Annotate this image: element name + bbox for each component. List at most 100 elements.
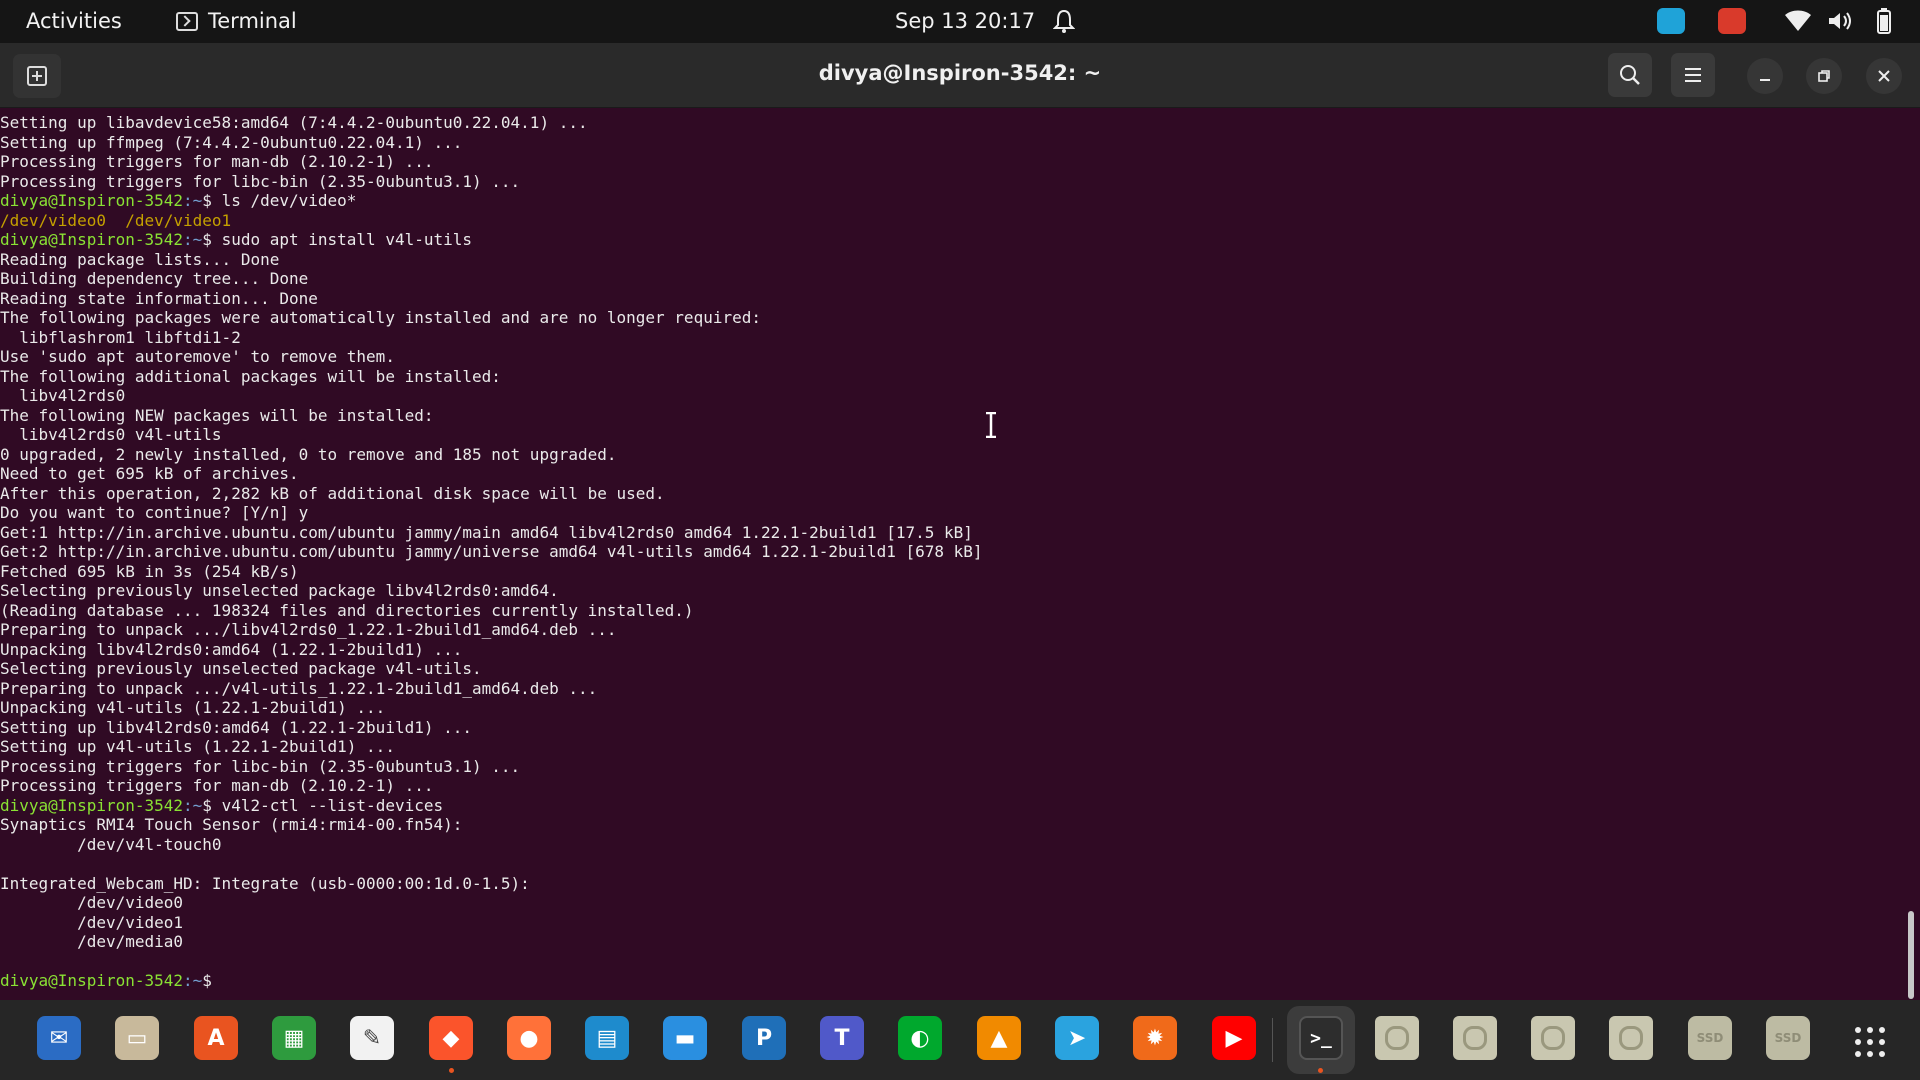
teams-icon[interactable]: T	[820, 1016, 864, 1060]
telegram-icon[interactable]: ➤	[1055, 1016, 1099, 1060]
output-line: libflashrom1 libftdi1-2	[0, 327, 241, 347]
text-cursor-icon	[986, 412, 996, 438]
top-bar: Activities Terminal Sep 13 20:17	[0, 0, 1920, 43]
disk-icon[interactable]	[1375, 1016, 1419, 1060]
prompt-path: :~	[183, 795, 203, 815]
app-menu[interactable]: Terminal	[176, 9, 297, 33]
output-line: Processing triggers for libc-bin (2.35-0…	[0, 756, 521, 776]
firefox-icon[interactable]: ●	[507, 1016, 551, 1060]
writer-icon[interactable]: ▤	[585, 1016, 629, 1060]
prompt-user-host: divya@Inspiron-3542	[0, 795, 184, 815]
output-line: Processing triggers for libc-bin (2.35-0…	[0, 171, 521, 191]
teamviewer-tray-icon[interactable]	[1657, 8, 1685, 34]
output-line: Fetched 695 kB in 3s (254 kB/s)	[0, 561, 299, 581]
prompt-line: divya@Inspiron-3542:~$	[0, 971, 1900, 991]
anydesk-tray-icon[interactable]	[1718, 8, 1746, 34]
output-line: After this operation, 2,282 kB of additi…	[0, 483, 665, 503]
output-line: /dev/media0	[0, 932, 184, 951]
prompt-path: :~	[183, 230, 203, 249]
output-line: /dev/video1	[0, 912, 184, 932]
close-button[interactable]	[1866, 58, 1902, 94]
terminal-app-icon	[176, 11, 198, 31]
restore-icon	[1818, 70, 1830, 82]
output-line: The following NEW packages will be insta…	[0, 405, 434, 425]
disk-icon[interactable]	[1453, 1016, 1497, 1060]
prompt-path: :~	[183, 971, 203, 990]
command-text: sudo apt install v4l-utils	[221, 230, 473, 249]
output-line: The following packages were automaticall…	[0, 308, 761, 327]
maximize-button[interactable]	[1806, 58, 1842, 94]
bell-icon[interactable]	[1053, 8, 1075, 34]
thunderbird-icon[interactable]: ✉	[37, 1016, 81, 1060]
output-line: /dev/video0 /dev/video1	[0, 210, 232, 230]
minimize-button[interactable]	[1747, 58, 1783, 94]
running-indicator	[449, 1068, 454, 1073]
output-line: Processing triggers for man-db (2.10.2-1…	[0, 776, 434, 795]
output-line: Setting up v4l-utils (1.22.1-2build1) ..…	[0, 737, 395, 756]
output-line: Selecting previously unselected package …	[0, 581, 559, 600]
terminal-window: divya@Inspiron-3542: ~ Setting up libavd…	[0, 43, 1920, 1000]
xnview-icon[interactable]: ✹	[1133, 1016, 1177, 1060]
notes-icon[interactable]: ▬	[663, 1016, 707, 1060]
output-line: Do you want to continue? [Y/n] y	[0, 503, 309, 522]
pycharm-icon[interactable]: P	[742, 1016, 786, 1060]
output-line: Reading package lists... Done	[0, 249, 280, 269]
brave-icon[interactable]: ◆	[429, 1016, 473, 1060]
youtube-icon[interactable]: ▶	[1212, 1016, 1256, 1060]
show-apps-icon[interactable]	[1855, 1027, 1885, 1057]
output-line: Processing triggers for man-db (2.10.2-1…	[0, 152, 434, 171]
hamburger-icon	[1685, 68, 1701, 82]
output-line: Get:2 http://in.archive.ubuntu.com/ubunt…	[0, 542, 983, 561]
terminal-output[interactable]: Setting up libavdevice58:amd64 (7:4.4.2-…	[0, 113, 1900, 993]
prompt-line: divya@Inspiron-3542:~$ ls /dev/video*	[0, 191, 1900, 211]
output-line: Preparing to unpack .../libv4l2rds0_1.22…	[0, 620, 617, 639]
prompt-dollar: $	[202, 230, 222, 249]
output-line: Unpacking libv4l2rds0:amd64 (1.22.1-2bui…	[0, 639, 463, 659]
output-line: Use 'sudo apt autoremove' to remove them…	[0, 347, 395, 366]
command-text: v4l2-ctl --list-devices	[221, 795, 444, 815]
battery-icon[interactable]	[1872, 7, 1894, 35]
calc-icon[interactable]: ▦	[272, 1016, 316, 1060]
output-line: Reading state information... Done	[0, 288, 318, 308]
prompt-line: divya@Inspiron-3542:~$ sudo apt install …	[0, 230, 1900, 250]
dock-separator	[1272, 1018, 1273, 1062]
prompt-user-host: divya@Inspiron-3542	[0, 191, 184, 210]
output-line: Integrated_Webcam_HD: Integrate (usb-000…	[0, 873, 530, 893]
disk-icon[interactable]	[1531, 1016, 1575, 1060]
prompt-dollar: $	[202, 971, 222, 990]
prompt-user-host: divya@Inspiron-3542	[0, 230, 184, 249]
output-line: Unpacking v4l-utils (1.22.1-2build1) ...	[0, 698, 386, 717]
wifi-icon[interactable]	[1784, 10, 1812, 32]
clock[interactable]: Sep 13 20:17	[895, 9, 1035, 33]
disk-icon[interactable]	[1609, 1016, 1653, 1060]
ssd-drive-icon[interactable]: SSD	[1766, 1016, 1810, 1060]
menu-button[interactable]	[1671, 53, 1715, 97]
output-line: libv4l2rds0	[0, 386, 126, 405]
output-line: (Reading database ... 198324 files and d…	[0, 600, 694, 620]
evernote-icon[interactable]: ◐	[898, 1016, 942, 1060]
scrollbar[interactable]	[1908, 911, 1914, 999]
prompt-dollar: $	[202, 191, 222, 210]
text-editor-icon[interactable]: ✎	[350, 1016, 394, 1060]
activities-button[interactable]: Activities	[26, 9, 122, 33]
search-button[interactable]	[1608, 53, 1652, 97]
output-line: 0 upgraded, 2 newly installed, 0 to remo…	[0, 444, 617, 464]
output-line: The following additional packages will b…	[0, 366, 501, 386]
prompt-line: divya@Inspiron-3542:~$ v4l2-ctl --list-d…	[0, 796, 1900, 816]
output-line: /dev/video0	[0, 893, 184, 912]
terminal-icon[interactable]: >_	[1299, 1016, 1343, 1060]
files-icon[interactable]: ▭	[115, 1016, 159, 1060]
ssd-drive-icon[interactable]: SSD	[1688, 1016, 1732, 1060]
output-line: Preparing to unpack .../v4l-utils_1.22.1…	[0, 678, 598, 698]
close-icon	[1878, 70, 1890, 82]
vlc-icon[interactable]: ▲	[977, 1016, 1021, 1060]
software-icon[interactable]: A	[194, 1016, 238, 1060]
output-line: Setting up libavdevice58:amd64 (7:4.4.2-…	[0, 113, 588, 132]
output-line: Selecting previously unselected package …	[0, 659, 482, 678]
header-bar: divya@Inspiron-3542: ~	[0, 43, 1920, 108]
prompt-user-host: divya@Inspiron-3542	[0, 971, 184, 990]
prompt-path: :~	[183, 191, 203, 210]
volume-icon[interactable]	[1827, 10, 1853, 32]
